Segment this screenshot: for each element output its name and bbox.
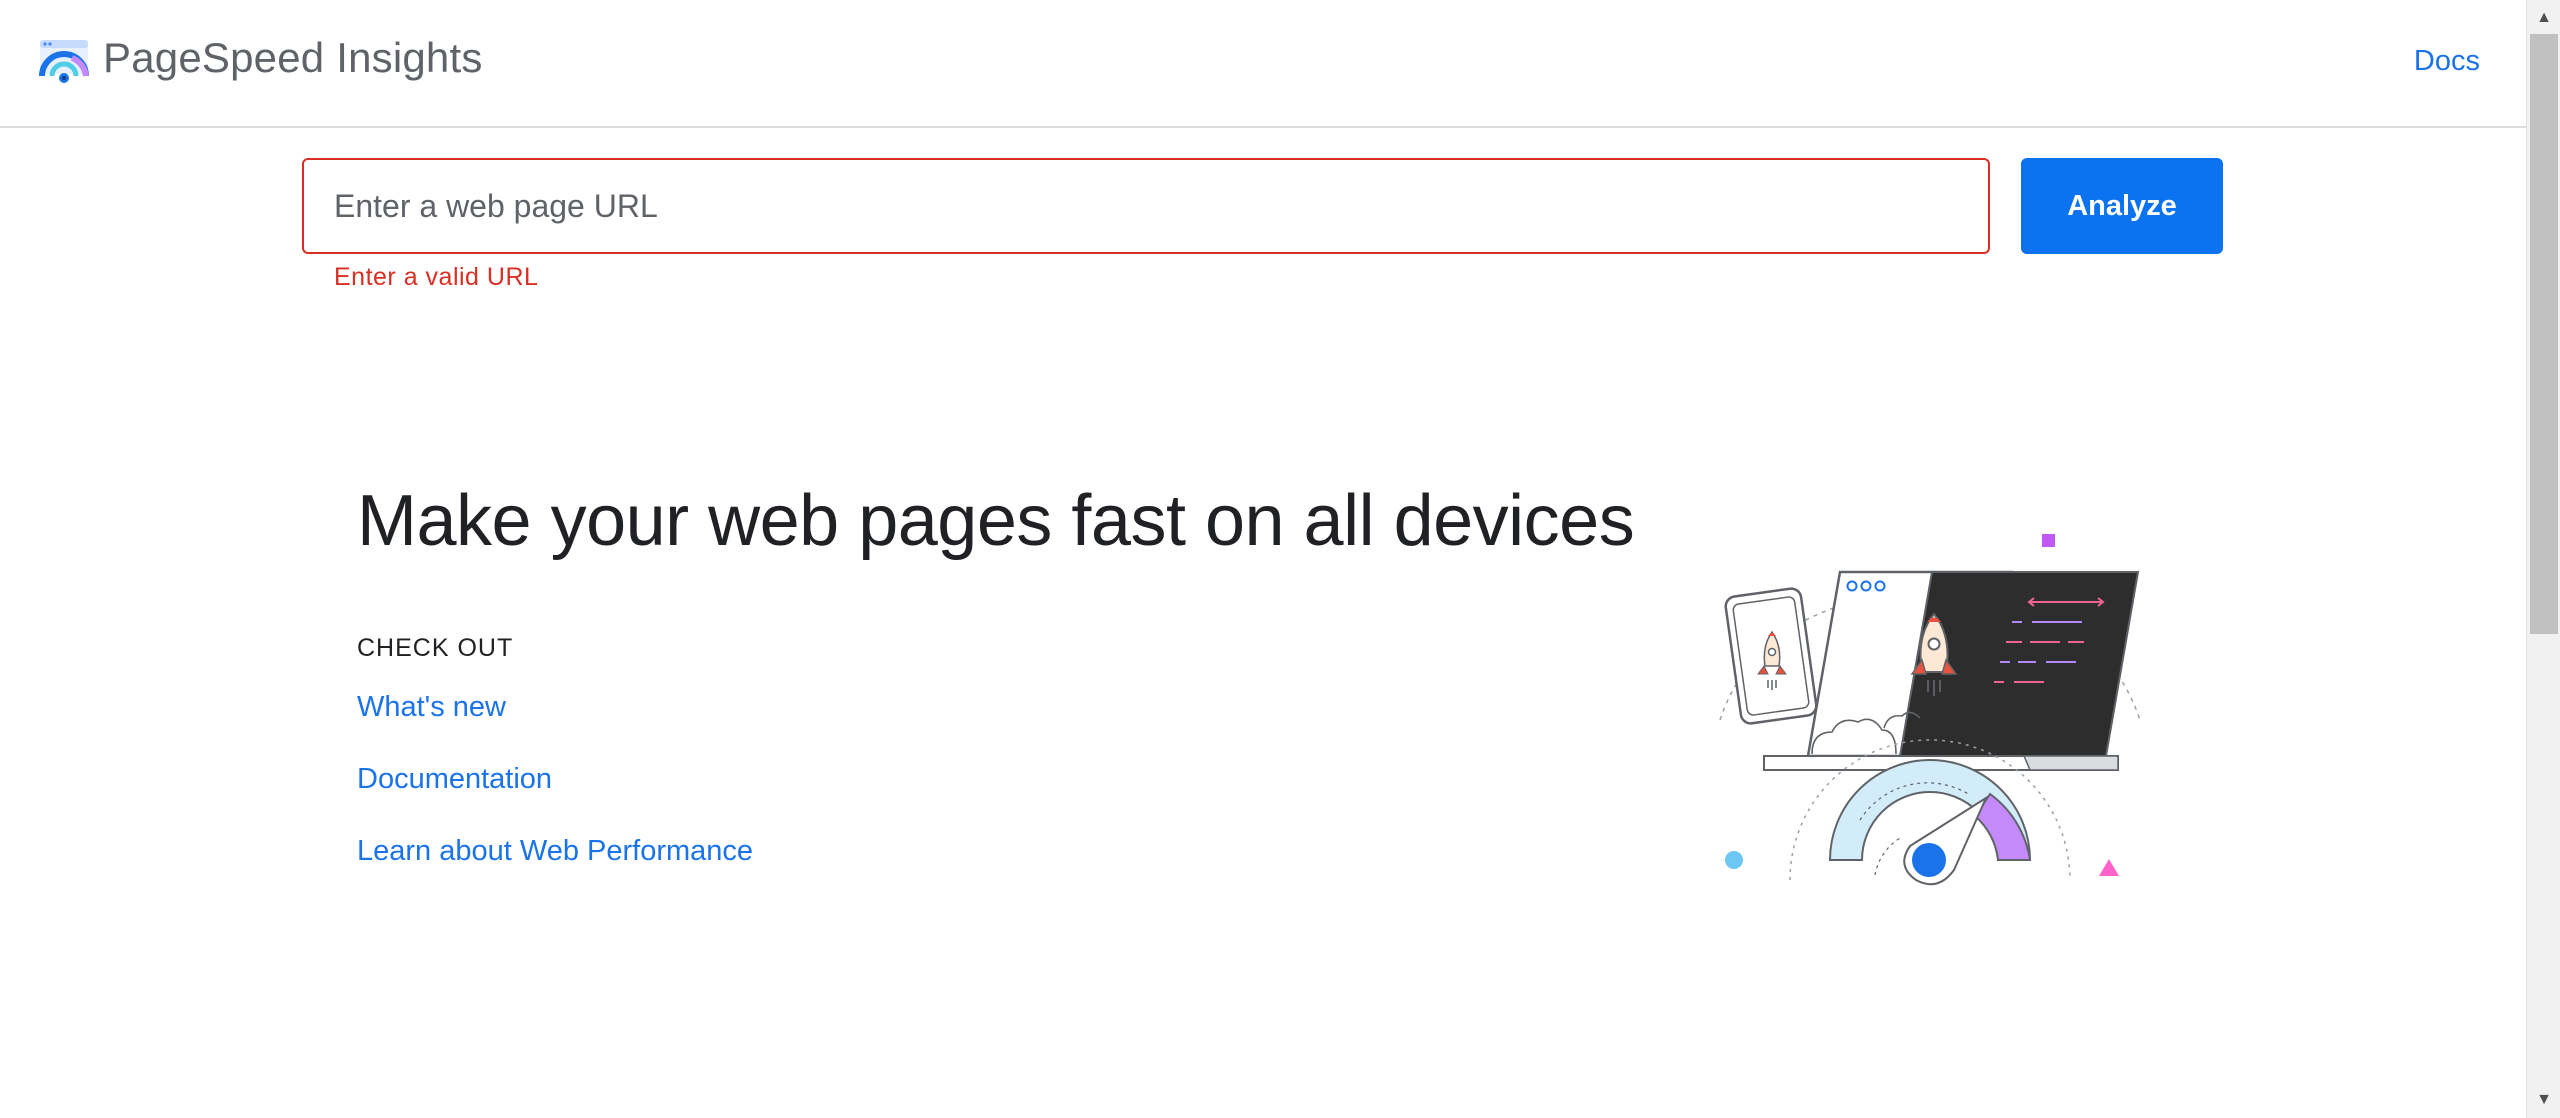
circle-shape — [1725, 851, 1743, 869]
check-out-links: What's new Documentation Learn about Web… — [357, 690, 753, 906]
url-input[interactable] — [302, 158, 1990, 254]
phone-icon — [1724, 587, 1818, 725]
docs-link[interactable]: Docs — [2414, 45, 2480, 78]
scroll-thumb[interactable] — [2530, 34, 2558, 634]
top-header: PageSpeed Insights Docs — [0, 0, 2526, 128]
speed-illustration — [1719, 534, 2141, 886]
url-error-message: Enter a valid URL — [334, 263, 539, 291]
analyze-button[interactable]: Analyze — [2021, 158, 2223, 254]
pagespeed-logo-icon[interactable] — [38, 36, 90, 88]
whats-new-link[interactable]: What's new — [357, 690, 753, 762]
laptop-icon — [1763, 570, 2140, 771]
triangle-shape — [2099, 859, 2119, 876]
brand-title: PageSpeed Insights — [103, 34, 483, 81]
check-out-label: CHECK OUT — [357, 634, 514, 662]
documentation-link[interactable]: Documentation — [357, 762, 753, 834]
scroll-down-arrow-icon[interactable]: ▼ — [2527, 1086, 2560, 1114]
learn-web-performance-link[interactable]: Learn about Web Performance — [357, 834, 753, 906]
scroll-up-arrow-icon[interactable]: ▲ — [2527, 4, 2560, 32]
page: PageSpeed Insights Docs Enter a valid UR… — [0, 0, 2560, 1118]
hero-title: Make your web pages fast on all devices — [357, 481, 1635, 561]
vertical-scrollbar[interactable]: ▲ ▼ — [2526, 0, 2560, 1118]
square-shape — [2042, 534, 2055, 547]
